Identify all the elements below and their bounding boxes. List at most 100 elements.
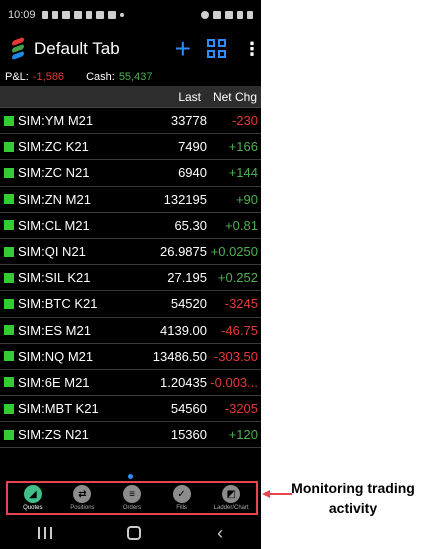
symbol-name: SIM:ZS N21 [18,427,89,443]
net-change: -46.75 [221,322,258,338]
system-navigation-bar: ‹ [0,517,261,549]
battery-icon [247,11,253,19]
last-price: 15360 [170,427,207,443]
nav-item-label: Quotes [23,505,43,511]
last-column-header[interactable]: Last [131,90,201,104]
notification-icon [51,11,58,19]
nav-item-ladder-chart[interactable]: ◩ Ladder/Chart [206,485,256,511]
status-indicator-icon [4,351,14,362]
symbol-cell: SIM:CL M21 [0,218,119,233]
news-icon [107,11,116,19]
table-row[interactable]: SIM:YM M21 33778 -230 [0,108,261,135]
last-price: 54560 [170,401,207,417]
status-indicator-icon [4,377,14,388]
cash-label: Cash: [86,71,115,83]
symbol-name: SIM:BTC K21 [18,296,98,312]
symbol-name: SIM:ES M21 [18,322,91,338]
table-row[interactable]: SIM:CL M21 65.30 +0.81 [0,213,261,239]
net-chg-column-header[interactable]: Net Chg [201,90,261,104]
tab-title[interactable]: Default Tab [34,39,120,59]
net-change: -230 [231,113,258,129]
nav-item-quotes[interactable]: ◢ Quotes [8,485,58,511]
pl-label: P&L: [5,71,29,83]
add-icon[interactable]: + [175,35,191,63]
status-indicator-icon [4,115,14,126]
symbol-name: SIM:CL M21 [18,217,90,233]
recent-apps-icon[interactable] [37,527,52,539]
net-change: +0.0250 [210,244,258,260]
home-icon[interactable] [127,526,142,540]
app-actions: + ⋮ [175,35,261,63]
symbol-cell: SIM:6E M21 [0,375,119,390]
symbol-cell: SIM:BTC K21 [0,296,119,311]
symbol-name: SIM:ZN M21 [18,191,91,207]
last-price: 13486.50 [152,348,207,364]
table-row[interactable]: SIM:SIL K21 27.195 +0.252 [0,265,261,292]
table-row[interactable]: SIM:ES M21 4139.00 -46.75 [0,318,261,344]
notification-icons [41,11,124,19]
fills-icon: ✓ [172,485,191,503]
mute-icon [213,11,221,19]
phone-screen: 10:09 Default Tab + ⋮ P&L: -1,586 Cash: … [0,0,261,549]
positions-icon: ⇄ [73,485,92,503]
nav-item-orders[interactable]: ≡ Orders [107,485,157,511]
symbol-name: SIM:ZC K21 [18,139,89,155]
nav-item-positions[interactable]: ⇄ Positions [58,485,108,511]
last-price: 33778 [170,113,207,129]
symbol-cell: SIM:QI N21 [0,244,119,259]
signal-icon [237,11,243,19]
symbol-name: SIM:6E M21 [18,374,90,390]
status-indicator-icon [4,246,14,257]
status-indicator-icon [4,272,14,283]
app-logo-icon [8,36,26,61]
table-row[interactable]: SIM:6E M21 1.20435 -0.003... [0,370,261,397]
table-row[interactable]: SIM:NQ M21 13486.50 -303.50 [0,344,261,370]
table-row[interactable]: SIM:ZN M21 132195 +90 [0,187,261,213]
orders-icon: ≡ [122,485,141,503]
last-price: 6940 [178,165,207,181]
status-time: 10:09 [8,9,36,21]
last-price: 65.30 [174,217,207,233]
last-price: 4139.00 [160,322,207,338]
nav-item-label: Orders [122,505,142,511]
symbol-cell: SIM:MBT K21 [0,401,119,416]
last-price: 132195 [163,191,207,207]
symbol-cell: SIM:ZS N21 [0,427,119,442]
table-row[interactable]: SIM:ZC N21 6940 +144 [0,160,261,187]
table-row[interactable]: SIM:ZC K21 7490 +166 [0,134,261,161]
wifi-icon [225,11,233,19]
bottom-navigation: ◢ Quotes ⇄ Positions ≡ Orders ✓ Fills ◩ Ladder/Ch… [6,481,258,515]
table-row[interactable]: SIM:QI N21 26.9875 +0.0250 [0,239,261,266]
table-row[interactable]: SIM:BTC K21 54520 -3245 [0,291,261,318]
status-indicator-icon [4,220,14,231]
status-indicator-icon [4,403,14,414]
table-row[interactable]: SIM:ZS N21 15360 +120 [0,422,261,449]
last-price: 27.195 [167,270,207,286]
ladder-chart-icon: ◩ [222,485,241,503]
nav-item-fills[interactable]: ✓ Fills [157,485,207,511]
annotation-label: Monitoring trading activity [291,480,415,516]
net-change: +0.252 [217,270,258,286]
symbol-name: SIM:ZC N21 [18,165,90,181]
symbol-cell: SIM:NQ M21 [0,349,119,364]
pl-value: -1,586 [32,71,65,83]
symbol-name: SIM:QI N21 [18,244,86,260]
grid-icon[interactable] [207,39,227,59]
quotes-list: SIM:YM M21 33778 -230 SIM:ZC K21 7490 +166 SIM… [0,108,261,449]
last-price: 1.20435 [160,374,207,390]
notification-icon [41,11,48,19]
more-menu-icon[interactable]: ⋮ [243,39,261,60]
table-row[interactable]: SIM:MBT K21 54560 -3205 [0,396,261,423]
symbol-cell: SIM:SIL K21 [0,270,119,285]
status-indicator-icon [4,298,14,309]
notification-icon [85,11,92,19]
symbol-name: SIM:SIL K21 [18,270,91,286]
symbol-name: SIM:YM M21 [18,113,94,129]
app-bar: Default Tab + ⋮ [0,30,261,68]
status-bar: 10:09 [0,0,261,30]
net-change: -3245 [224,296,258,312]
net-change: +120 [228,427,258,443]
last-price: 54520 [170,296,207,312]
net-change: +166 [228,139,258,155]
back-icon[interactable]: ‹ [217,523,223,544]
